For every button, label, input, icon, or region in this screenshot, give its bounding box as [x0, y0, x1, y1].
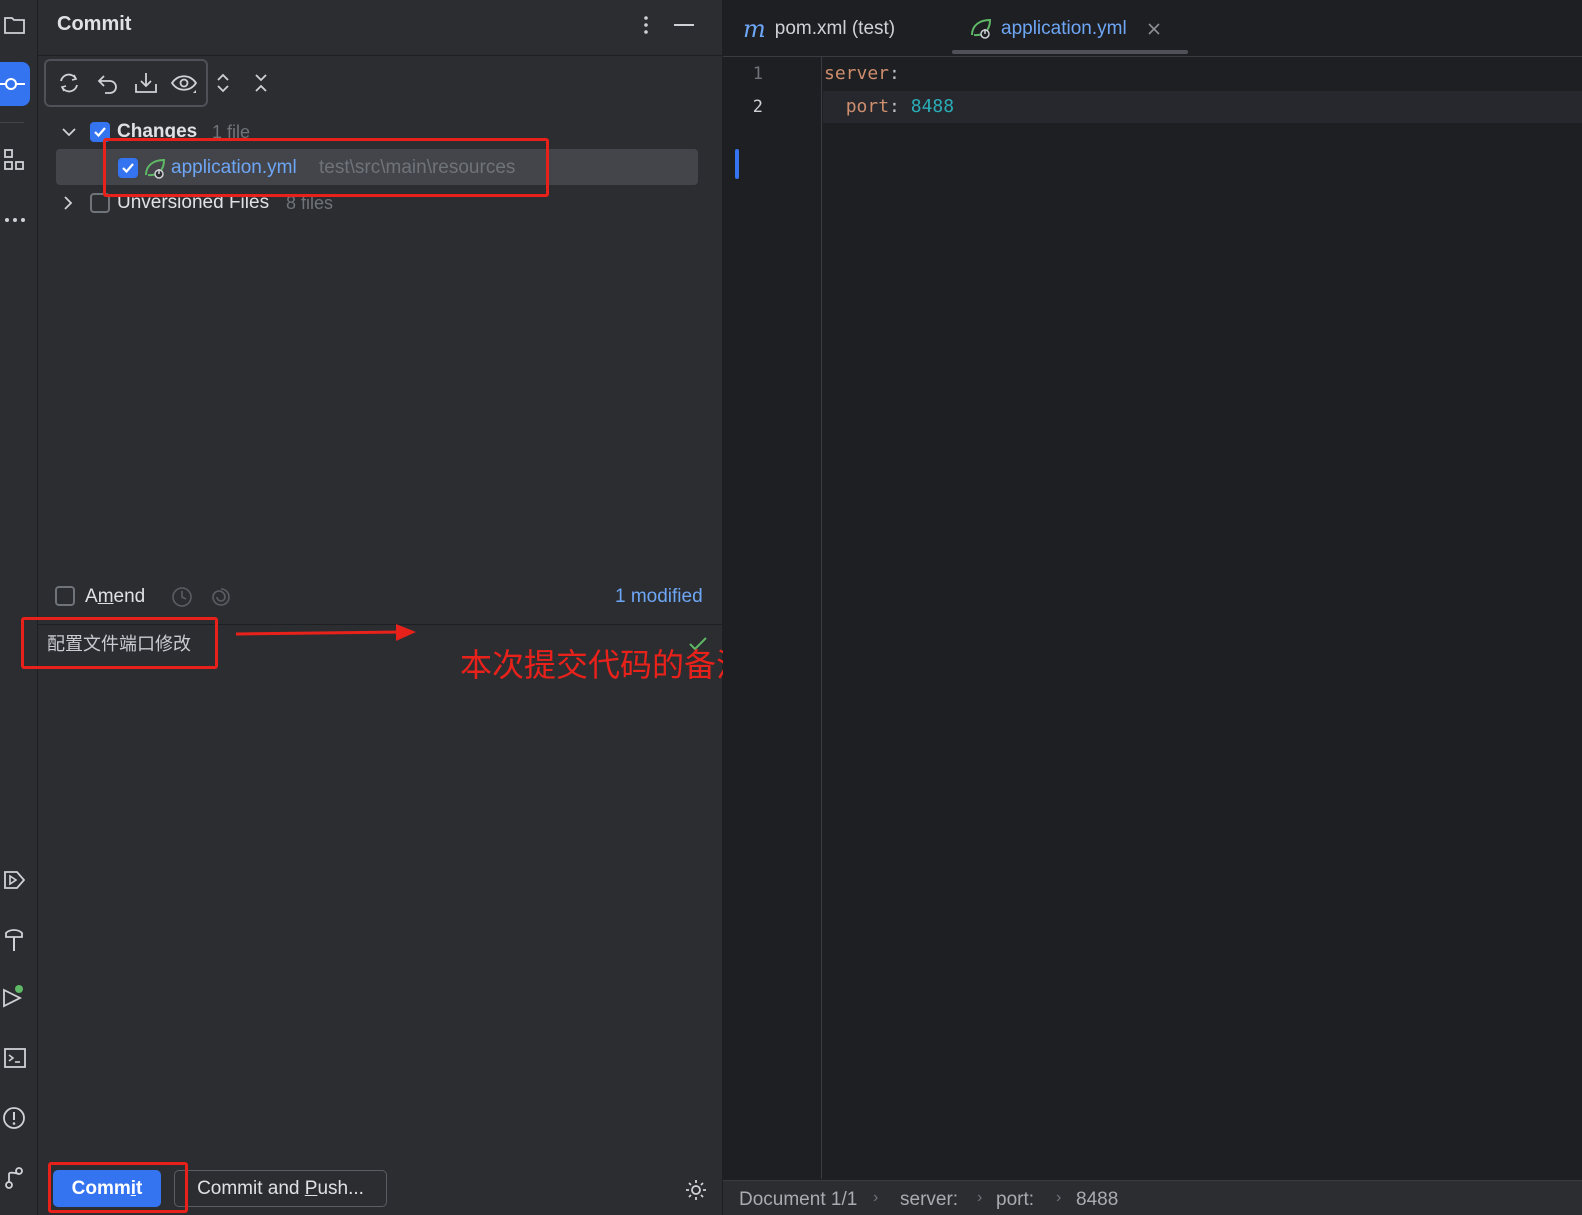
gear-icon[interactable]	[684, 1178, 708, 1202]
amend-label[interactable]: Amend	[85, 586, 145, 608]
commit-tool-active[interactable]	[0, 62, 30, 106]
run-icon[interactable]	[0, 983, 30, 1013]
breadcrumb-separator: ›	[1056, 1189, 1062, 1206]
build-hammer-icon[interactable]	[0, 925, 30, 955]
chevron-down-icon[interactable]	[61, 124, 77, 140]
breadcrumb-separator: ›	[977, 1189, 983, 1206]
annotation-arrow	[236, 624, 416, 641]
git-branch-icon[interactable]	[0, 1163, 30, 1193]
rollback-icon[interactable]	[92, 66, 124, 100]
breadcrumb-value[interactable]: 8488	[1076, 1189, 1118, 1211]
commit-push-mnemonic: P	[304, 1177, 318, 1199]
yaml-colon: :	[889, 96, 900, 117]
line-number: 1	[752, 64, 763, 84]
yaml-key: server	[824, 63, 890, 84]
amend-label-part: A	[85, 586, 98, 607]
amend-checkbox[interactable]	[55, 586, 75, 606]
collapse-all-icon[interactable]	[245, 66, 277, 100]
change-marker[interactable]	[735, 149, 739, 179]
code-line-2[interactable]: port: 8488	[824, 96, 954, 117]
code-line-1[interactable]: server:	[824, 63, 900, 84]
breadcrumb-separator: ›	[873, 1189, 879, 1206]
breadcrumb-port[interactable]: port:	[996, 1189, 1034, 1211]
commit-and-push-button[interactable]: Commit and Push...	[174, 1170, 387, 1207]
editor-area: m pom.xml (test) application.yml 1 2 ser…	[723, 0, 1582, 1215]
commit-push-label: Commit and	[197, 1177, 305, 1199]
commit-panel: Commit Changes 1 file application.yml te…	[21, 0, 723, 1215]
annotation-text: 本次提交代码的备注	[460, 646, 749, 684]
refresh-icon[interactable]	[53, 66, 85, 100]
maven-icon: m	[743, 14, 766, 43]
minimize-icon[interactable]	[670, 10, 698, 40]
commit-icon	[0, 78, 25, 90]
yaml-colon: :	[889, 63, 900, 84]
ai-spiral-icon[interactable]	[210, 586, 232, 608]
line-number-gutter: 1 2	[723, 57, 822, 1179]
panel-title: Commit	[57, 13, 132, 35]
yaml-value: 8488	[910, 96, 955, 117]
highlight-box-file	[103, 138, 549, 197]
expand-all-icon[interactable]	[207, 66, 239, 100]
strip-separator	[0, 122, 24, 123]
breadcrumb-server[interactable]: server:	[900, 1189, 958, 1211]
update-download-icon[interactable]	[130, 66, 162, 100]
amend-label-part: end	[113, 586, 146, 607]
history-clock-icon[interactable]	[171, 586, 193, 608]
spring-leaf-icon	[971, 18, 992, 39]
yaml-key: port	[845, 96, 890, 117]
terminal-icon[interactable]	[0, 1043, 30, 1073]
highlight-box-commit	[48, 1162, 188, 1213]
breadcrumb-bar: Document 1/1 › server: › port: › 8488	[723, 1180, 1582, 1215]
breadcrumb-document[interactable]: Document 1/1	[739, 1189, 857, 1211]
options-menu-icon[interactable]	[632, 10, 660, 40]
structure-icon[interactable]	[0, 145, 30, 175]
problems-icon[interactable]	[0, 1103, 30, 1133]
tab-label: pom.xml (test)	[774, 17, 896, 39]
amend-row: Amend 1 modified	[38, 580, 723, 614]
tab-pom-xml[interactable]: m pom.xml (test)	[743, 0, 895, 57]
chevron-right-icon[interactable]	[60, 195, 76, 211]
tab-application-yml[interactable]: application.yml	[970, 0, 1161, 57]
project-folder-icon[interactable]	[0, 10, 30, 40]
editor-tabbar: m pom.xml (test) application.yml	[723, 0, 1582, 57]
more-tools-icon[interactable]	[0, 205, 30, 235]
tab-label: application.yml	[1001, 17, 1127, 39]
run-services-icon[interactable]	[0, 865, 30, 895]
commit-push-label: ush...	[317, 1177, 364, 1199]
active-tab-indicator	[952, 50, 1188, 54]
line-number: 2	[752, 97, 763, 117]
tool-window-strip	[0, 0, 38, 1215]
amend-label-mnemonic: m	[97, 586, 114, 607]
modified-count-link[interactable]: 1 modified	[615, 586, 703, 608]
header-divider	[38, 55, 723, 56]
close-icon[interactable]	[1147, 22, 1161, 36]
highlight-box-message	[21, 617, 218, 669]
show-diff-eye-icon[interactable]	[168, 66, 200, 100]
